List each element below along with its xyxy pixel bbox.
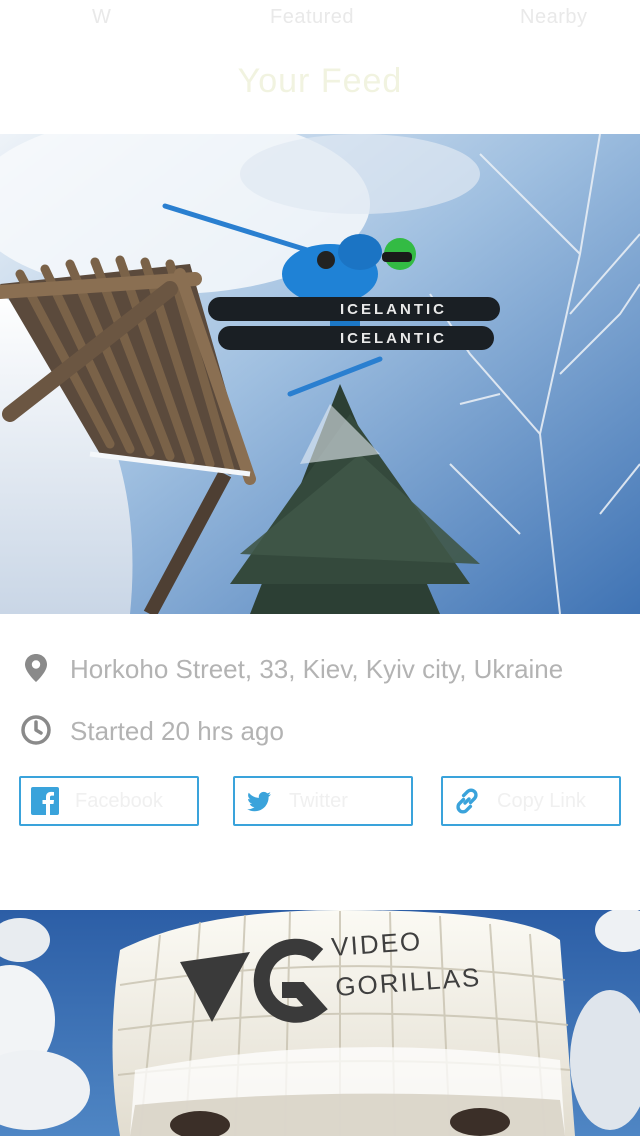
ski-brand-text-1: ICELANTIC (340, 301, 447, 318)
copy-link-label: Copy Link (497, 790, 586, 812)
share-facebook-button[interactable]: Facebook (19, 776, 199, 826)
share-facebook-label: Facebook (75, 790, 163, 812)
balloon-text-line1: VIDEO (330, 926, 423, 962)
copy-link-button[interactable]: Copy Link (441, 776, 621, 826)
location-text: Horkoho Street, 33, Kiev, Kyiv city, Ukr… (70, 654, 564, 684)
ski-brand-text-2: ICELANTIC (340, 330, 447, 347)
tab-nearby[interactable]: Nearby (520, 6, 587, 29)
tab-featured[interactable]: Featured (270, 6, 354, 29)
twitter-bird-icon (247, 791, 271, 812)
location-pin-icon (25, 654, 47, 682)
time-row: Started 20 hrs ago (0, 708, 640, 752)
hot-air-balloon-photo: VIDEO GORILLAS (0, 910, 640, 1136)
clock-icon (21, 715, 51, 745)
started-time-text: Started 20 hrs ago (70, 716, 284, 746)
post-image[interactable]: ICELANTIC ICELANTIC (0, 134, 640, 614)
share-twitter-label: Twitter (289, 790, 348, 812)
top-bar: W Featured Nearby Your Feed (0, 0, 640, 134)
share-twitter-button[interactable]: Twitter (233, 776, 413, 826)
facebook-icon (31, 787, 59, 815)
next-post-image[interactable]: VIDEO GORILLAS (0, 910, 640, 1136)
link-icon (456, 788, 478, 814)
tab-left[interactable]: W (92, 6, 111, 29)
tab-bar: W Featured Nearby (0, 6, 640, 36)
ski-jump-photo: ICELANTIC ICELANTIC (0, 134, 640, 614)
feed-screen: W Featured Nearby Your Feed ICELANTIC IC… (0, 0, 640, 1136)
page-title: Your Feed (237, 62, 403, 100)
location-row: Horkoho Street, 33, Kiev, Kyiv city, Ukr… (0, 646, 640, 690)
